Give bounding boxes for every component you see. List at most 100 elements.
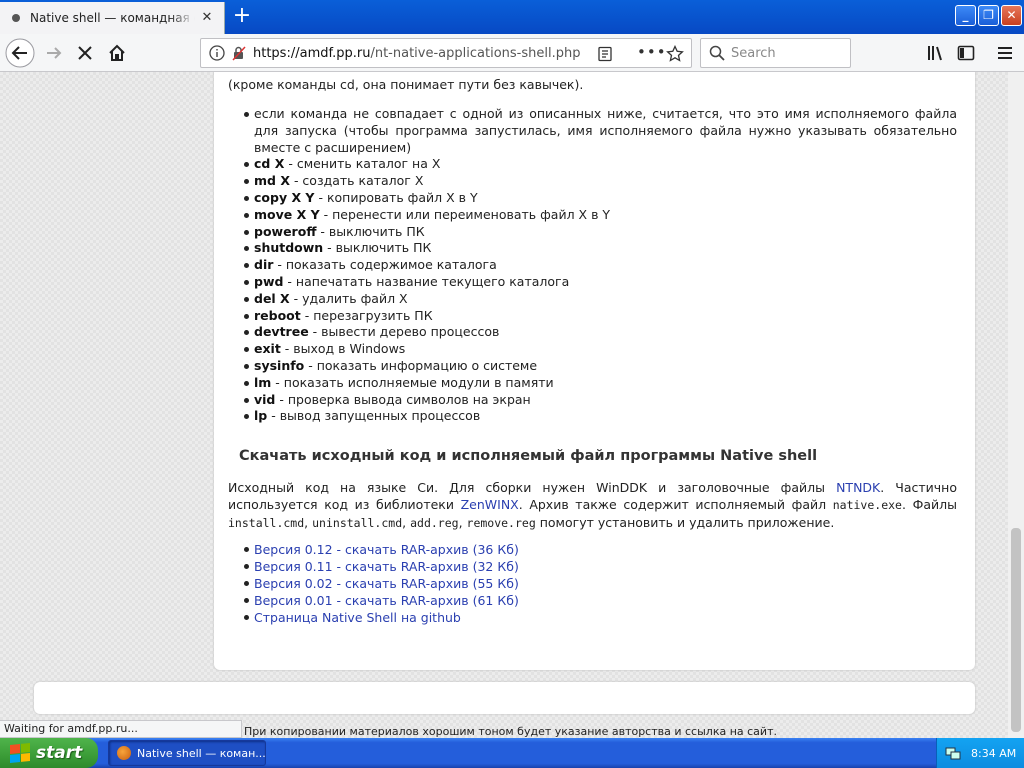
command-name: shutdown (254, 240, 324, 256)
network-icon[interactable] (945, 745, 961, 761)
hamburger-menu-icon (998, 47, 1012, 59)
list-item: devtree - вывести дерево процессов (244, 324, 957, 341)
menu-button[interactable] (990, 38, 1020, 68)
command-description: - копировать файл X в Y (314, 189, 478, 205)
github-link[interactable]: Страница Native Shell на github (254, 610, 461, 625)
list-item: lm - показать исполняемые модули в памят… (244, 375, 957, 392)
download-paragraph: Исходный код на языке Си. Для сборки нуж… (228, 479, 957, 532)
url-domain: https://amdf.pp.ru (253, 45, 371, 61)
back-arrow-icon (5, 38, 35, 68)
list-item: sysinfo - показать информацию о системе (244, 357, 957, 375)
command-description: - вывод запущенных процессов (267, 408, 481, 424)
intro-text: (кроме команды cd, она понимает пути без… (228, 77, 584, 92)
command-description: - показать содержимое каталога (273, 257, 497, 273)
para-text: . Архив также содержит исполняемый файл (518, 497, 833, 512)
commands-list: если команда не совпадает с одной из опи… (244, 106, 957, 425)
insecure-lock-icon[interactable] (231, 45, 247, 61)
command-name: reboot (254, 307, 301, 323)
vertical-scrollbar[interactable] (1008, 72, 1024, 738)
url-text: https://amdf.pp.ru/nt-native-application… (253, 46, 580, 61)
para-text: , (458, 515, 467, 530)
tab-title: Native shell — командная строка (30, 11, 195, 25)
download-link[interactable]: Версия 0.02 - скачать RAR-архив (55 Кб) (254, 576, 519, 591)
list-item: move X Y - перенести или переименовать ф… (244, 206, 957, 224)
para-text: , (402, 515, 411, 530)
new-tab-plus-icon[interactable]: + (229, 4, 255, 30)
page-viewport[interactable]: (кроме команды cd, она понимает пути без… (0, 72, 1008, 738)
minimize-button[interactable]: _ (955, 5, 976, 26)
command-name: sysinfo (254, 357, 305, 373)
command-name: lp (254, 408, 268, 424)
start-button[interactable]: start (0, 738, 98, 768)
para-text: Исходный код на языке Си. Для сборки нуж… (228, 480, 837, 495)
command-description: - выключить ПК (316, 223, 425, 239)
command-description: - перенести или переименовать файл X в Y (319, 206, 611, 222)
list-item: Версия 0.11 - скачать RAR-архив (32 Кб) (244, 558, 519, 575)
home-button[interactable] (102, 38, 132, 68)
list-item: cd X - сменить каталог на X (244, 156, 957, 173)
firefox-icon (117, 746, 131, 760)
command-description: - выключить ПК (323, 240, 432, 256)
command-description: - напечатать название текущего каталога (283, 273, 570, 289)
stop-x-icon (78, 46, 92, 60)
list-item: vid - проверка вывода символов на экран (244, 391, 957, 409)
download-link[interactable]: Версия 0.01 - скачать RAR-архив (61 Кб) (254, 593, 519, 608)
file-name: remove.reg (466, 516, 536, 530)
status-bar: Waiting for amdf.pp.ru... (0, 720, 242, 738)
download-link[interactable]: Версия 0.11 - скачать RAR-архив (32 Кб) (254, 559, 519, 574)
close-window-button[interactable]: ✕ (1001, 5, 1022, 26)
forward-arrow-icon (47, 47, 62, 59)
zenwinx-link[interactable]: ZenWINX (461, 497, 519, 512)
command-description: - выход в Windows (280, 341, 406, 357)
maximize-button[interactable]: ❐ (978, 5, 999, 26)
clock[interactable]: 8:34 AM (971, 747, 1016, 760)
command-name: poweroff (254, 223, 317, 239)
command-description: - удалить файл X (289, 290, 408, 306)
list-item: Версия 0.01 - скачать RAR-архив (61 Кб) (244, 592, 519, 609)
ntndk-link[interactable]: NTNDK (836, 480, 880, 495)
taskbar-item-firefox[interactable]: Native shell — коман... (108, 740, 266, 766)
sidebar-button[interactable] (951, 38, 981, 68)
url-path: /nt-native-applications-shell.php (370, 45, 581, 61)
tab-bar: Native shell — командная строка ✕ + _ ❐ … (0, 0, 1024, 34)
list-item: если команда не совпадает с одной из опи… (244, 106, 957, 155)
command-name: dir (254, 257, 274, 273)
command-name: del X (254, 290, 290, 306)
list-item: copy X Y - копировать файл X в Y (244, 189, 957, 207)
list-item: poweroff - выключить ПК (244, 223, 957, 241)
start-label: start (36, 743, 83, 763)
copyright-notice: При копировании материалов хорошим тоном… (244, 725, 777, 738)
reader-view-icon[interactable] (597, 46, 613, 62)
forward-button[interactable] (39, 38, 69, 68)
list-item: md X - создать каталог X (244, 173, 957, 190)
home-icon (109, 44, 125, 61)
stop-loading-button[interactable] (70, 38, 100, 68)
page-actions-icon[interactable]: ••• (637, 43, 667, 61)
command-name: cd X (254, 156, 285, 172)
info-icon[interactable] (209, 45, 225, 61)
list-item: exit - выход в Windows (244, 341, 957, 358)
file-name: uninstall.cmd (312, 516, 403, 530)
sidebar-icon (957, 45, 975, 61)
url-bar[interactable]: https://amdf.pp.ru/nt-native-application… (200, 38, 692, 68)
search-input[interactable] (731, 45, 841, 61)
download-link[interactable]: Версия 0.12 - скачать RAR-архив (36 Кб) (254, 542, 519, 557)
search-bar[interactable] (700, 38, 851, 68)
para-text: помогут установить и удалить приложение. (535, 515, 835, 530)
command-description: - вывести дерево процессов (308, 324, 500, 340)
back-button[interactable] (5, 38, 35, 68)
library-button[interactable] (920, 38, 950, 68)
taskbar-item-label: Native shell — коман... (137, 746, 266, 760)
list-item: Версия 0.12 - скачать RAR-архив (36 Кб) (244, 541, 519, 558)
para-text: , (304, 515, 313, 530)
file-name: native.exe (832, 498, 902, 512)
command-name: vid (254, 391, 276, 407)
tab-close-icon[interactable]: ✕ (198, 9, 216, 27)
list-item: Страница Native Shell на github (244, 609, 519, 626)
tab-active[interactable]: Native shell — командная строка ✕ (0, 2, 225, 34)
scrollbar-thumb[interactable] (1011, 528, 1021, 732)
bookmark-star-icon[interactable] (666, 45, 684, 63)
list-item: del X - удалить файл X (244, 290, 957, 308)
command-name: pwd (254, 273, 284, 289)
windows-logo-icon (10, 742, 30, 764)
